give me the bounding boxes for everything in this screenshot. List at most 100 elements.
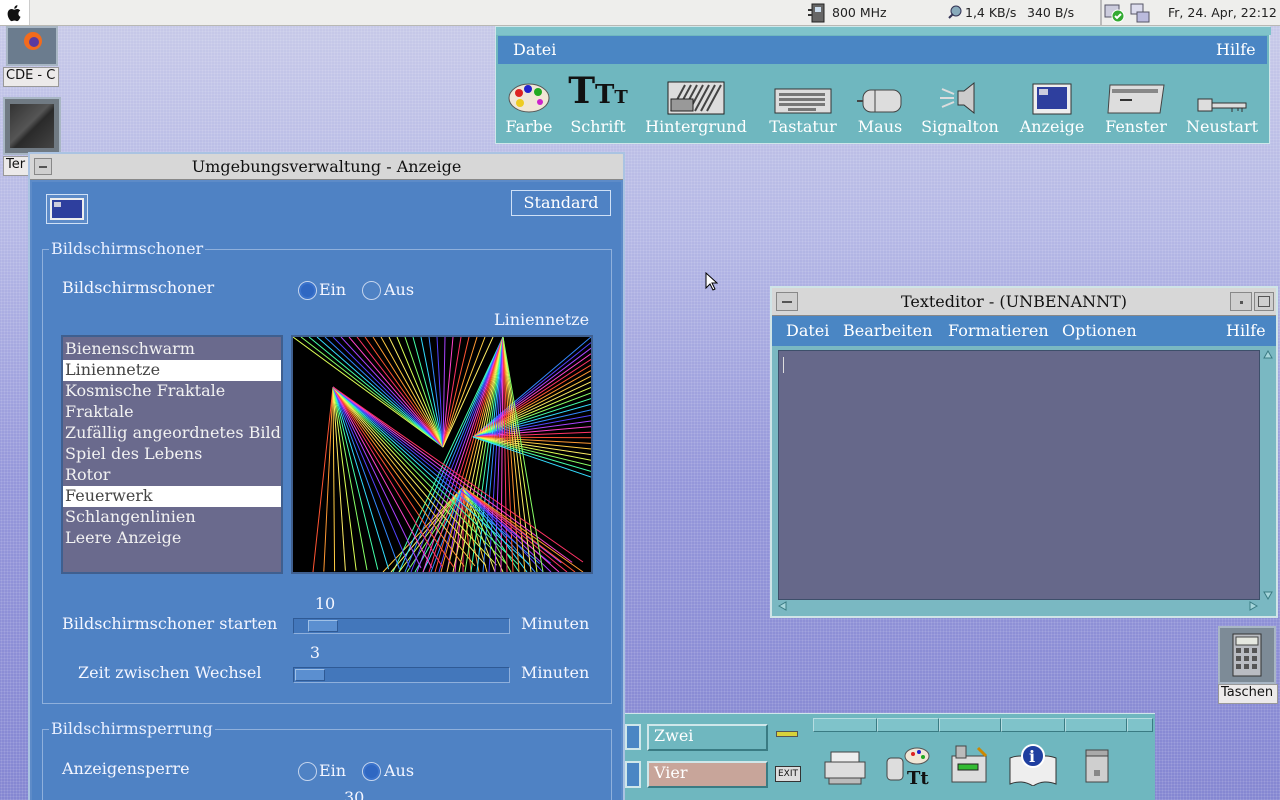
preview-web-line xyxy=(332,386,336,572)
style-manager-menu-file[interactable]: Datei xyxy=(513,40,556,59)
preview-web-line xyxy=(388,336,444,448)
top-menubar: 800 MHz 1,4 KB/s 340 B/s Fr, 24. Apr, 22… xyxy=(0,0,1280,26)
cycle-slider[interactable] xyxy=(293,667,510,683)
tool-mouse[interactable]: Maus xyxy=(855,71,905,141)
workspace-one-button[interactable] xyxy=(625,724,641,750)
screensaver-list-item[interactable]: Zufällig angeordnetes Bild xyxy=(63,423,281,444)
subpanel-arrow-apps[interactable] xyxy=(939,718,1001,732)
screensaver-list-item[interactable]: Bienenschwarm xyxy=(63,339,281,360)
lock-off-radio[interactable] xyxy=(362,762,381,781)
cde-browser-icon[interactable] xyxy=(6,26,58,66)
subpanel-arrow-trash[interactable] xyxy=(1065,718,1127,732)
tool-backdrop[interactable]: Hintergrund xyxy=(644,71,748,141)
preview-web-line xyxy=(442,336,470,448)
screensaver-list-item[interactable]: Schlangenlinien xyxy=(63,507,281,528)
calculator-glyph xyxy=(1232,633,1262,677)
style-manager-titlebar[interactable] xyxy=(496,27,1271,35)
subpanel-arrow-style[interactable] xyxy=(877,718,939,732)
cycle-slider-thumb[interactable] xyxy=(295,669,325,681)
tool-keyboard[interactable]: Tastatur xyxy=(766,71,840,141)
tool-font[interactable]: TTT Schrift xyxy=(568,71,628,141)
screensaver-off-radio[interactable] xyxy=(362,281,381,300)
display-window-body: Standard Bildschirmschoner Bildschirmsch… xyxy=(32,182,621,800)
tool-display[interactable]: Anzeige xyxy=(1016,71,1088,141)
cde-icon-label[interactable]: CDE - C xyxy=(3,67,59,87)
screensaver-list-item[interactable]: Kosmische Fraktale xyxy=(63,381,281,402)
window-menu-button[interactable] xyxy=(776,292,798,311)
monitor-icon xyxy=(1032,83,1072,115)
line-web-preview-art xyxy=(292,336,592,573)
terminal-icon[interactable] xyxy=(3,97,61,155)
text-editor-title: Texteditor - (UNBENANNT) xyxy=(900,292,1128,311)
default-button[interactable]: Standard xyxy=(511,190,611,216)
clock[interactable]: Fr, 24. Apr, 22:12 xyxy=(1168,5,1277,20)
workspace-four-button[interactable]: Vier xyxy=(647,761,768,788)
tool-beep[interactable]: Signalton xyxy=(920,71,1000,141)
svg-text:i: i xyxy=(1029,747,1035,766)
lock-on-radio[interactable] xyxy=(298,762,317,781)
preview-label: Liniennetze xyxy=(494,310,590,329)
text-editor-text-area[interactable] xyxy=(778,350,1260,600)
exit-button[interactable]: EXIT xyxy=(775,766,801,782)
display-window-titlebar[interactable]: Umgebungsverwaltung - Anzeige xyxy=(30,154,623,180)
scroll-up-icon[interactable] xyxy=(1263,350,1273,360)
text-editor-horizontal-scrollbar[interactable] xyxy=(778,600,1260,612)
workspace-three-button[interactable] xyxy=(625,761,641,788)
lock-off-label[interactable]: Aus xyxy=(384,761,414,780)
tool-backdrop-label: Hintergrund xyxy=(645,117,747,136)
screensaver-list-item[interactable]: Rotor xyxy=(63,465,281,486)
subpanel-arrow-extra[interactable] xyxy=(1127,718,1153,732)
subpanel-arrow-help[interactable] xyxy=(1001,718,1065,732)
scroll-down-icon[interactable] xyxy=(1263,590,1273,600)
te-menu-edit[interactable]: Bearbeiten xyxy=(843,321,932,340)
lock-on-label[interactable]: Ein xyxy=(319,761,346,780)
screensaver-list-item[interactable]: Liniennetze xyxy=(63,360,281,381)
cpu-frequency: 800 MHz xyxy=(832,5,887,20)
network-status-icon[interactable] xyxy=(1129,2,1151,27)
screensaver-list[interactable]: Bienenschwarm Liniennetze Kosmische Frakta… xyxy=(61,335,283,574)
tool-font-label: Schrift xyxy=(570,117,626,136)
scroll-right-icon[interactable] xyxy=(1248,601,1258,611)
help-manager-icon[interactable]: i xyxy=(1008,744,1058,786)
te-menu-format[interactable]: Formatieren xyxy=(948,321,1049,340)
screensaver-on-radio[interactable] xyxy=(298,281,317,300)
maximize-button[interactable] xyxy=(1254,292,1274,311)
screensaver-list-item[interactable]: Fraktale xyxy=(63,402,281,423)
screensaver-list-item[interactable]: Feuerwerk xyxy=(63,486,281,507)
calculator-icon[interactable] xyxy=(1218,626,1276,684)
trash-icon[interactable] xyxy=(1084,748,1110,784)
menubar-divider xyxy=(1100,0,1102,25)
terminal-icon-label[interactable]: Ter xyxy=(3,156,29,176)
start-slider-thumb[interactable] xyxy=(307,620,338,632)
screensaver-list-item[interactable]: Spiel des Lebens xyxy=(63,444,281,465)
style-manager-icon[interactable]: Tt xyxy=(885,744,933,786)
application-manager-icon[interactable] xyxy=(948,744,992,786)
printer-icon[interactable] xyxy=(823,750,867,786)
key-icon xyxy=(1197,98,1247,112)
text-editor-vertical-scrollbar[interactable] xyxy=(1262,350,1274,600)
tool-restart[interactable]: Neustart xyxy=(1184,71,1260,141)
cycle-label: Zeit zwischen Wechsel xyxy=(78,663,262,682)
te-menu-help[interactable]: Hilfe xyxy=(1226,321,1266,340)
display-settings-icon xyxy=(46,194,88,224)
te-menu-file[interactable]: Datei xyxy=(786,321,829,340)
scroll-left-icon[interactable] xyxy=(778,601,788,611)
tool-window[interactable]: Fenster xyxy=(1102,71,1170,141)
start-slider[interactable] xyxy=(293,618,510,634)
subpanel-arrow-printer[interactable] xyxy=(813,718,877,732)
calculator-icon-label[interactable]: Taschen xyxy=(1218,684,1278,704)
start-value: 10 xyxy=(314,594,336,613)
style-manager-menu-help[interactable]: Hilfe xyxy=(1216,40,1256,59)
start-label: Bildschirmschoner starten xyxy=(62,614,278,633)
screensaver-off-label[interactable]: Aus xyxy=(384,280,414,299)
screensaver-list-item[interactable]: Leere Anzeige xyxy=(63,528,281,549)
workspace-two-button[interactable]: Zwei xyxy=(647,724,768,751)
tool-color[interactable]: Farbe xyxy=(504,71,554,141)
screensaver-on-label[interactable]: Ein xyxy=(319,280,346,299)
minimize-button[interactable] xyxy=(1230,292,1252,311)
screensaver-preview xyxy=(291,335,593,574)
apple-menu-button[interactable] xyxy=(0,0,30,25)
update-ok-icon[interactable] xyxy=(1104,2,1128,27)
te-menu-options[interactable]: Optionen xyxy=(1062,321,1137,340)
text-editor-titlebar[interactable]: Texteditor - (UNBENANNT) xyxy=(772,288,1276,316)
